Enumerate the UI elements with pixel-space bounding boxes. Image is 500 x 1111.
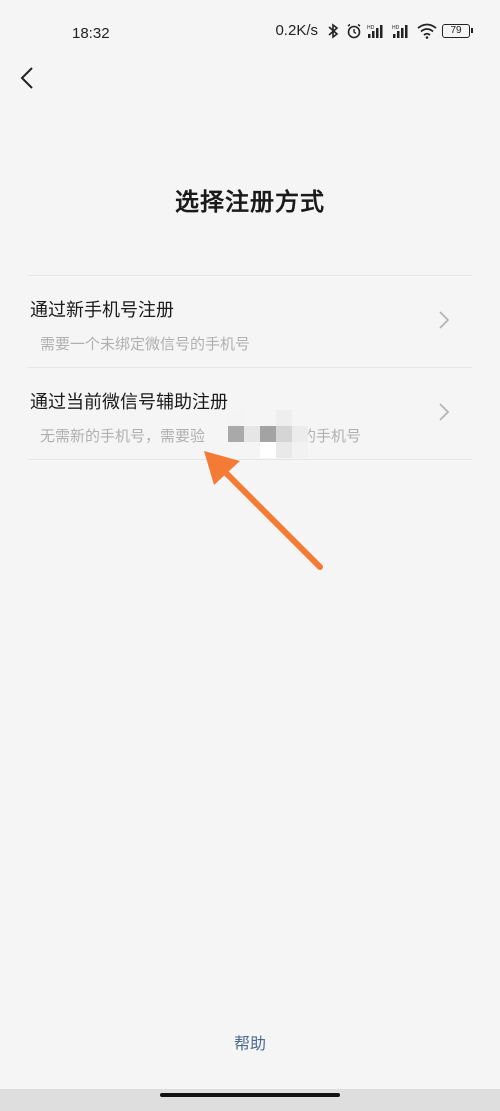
battery-icon: 79 <box>442 23 473 38</box>
signal-hd-icon: HD <box>392 24 408 38</box>
signal-hd-icon: HD <box>367 24 383 38</box>
bluetooth-icon <box>328 22 339 39</box>
alarm-icon <box>347 23 361 38</box>
svg-text:HD: HD <box>392 25 400 31</box>
status-icons: 0.2K/s HD HD 79 <box>275 22 473 39</box>
back-button[interactable] <box>12 62 42 94</box>
network-speed: 0.2K/s <box>275 22 318 39</box>
page-title: 选择注册方式 <box>175 188 325 216</box>
chevron-right-icon <box>439 403 450 421</box>
option-new-phone[interactable]: 通过新手机号注册 需要一个未绑定微信号的手机号 <box>28 276 472 368</box>
wifi-icon <box>417 23 437 39</box>
option-description-head: 无需新的手机号，需要验 <box>40 427 206 445</box>
help-link[interactable]: 帮助 <box>0 1030 500 1054</box>
option-description: 需要一个未绑定微信号的手机号 <box>40 335 251 353</box>
annotation-arrow <box>204 451 323 570</box>
option-title: 通过当前微信号辅助注册 <box>30 392 228 413</box>
chevron-right-icon <box>439 311 450 329</box>
status-time: 18:32 <box>72 25 110 42</box>
option-title: 通过新手机号注册 <box>30 300 174 321</box>
chevron-left-icon <box>20 67 33 89</box>
status-bar: 18:32 0.2K/s HD HD 79 <box>0 0 500 66</box>
svg-text:HD: HD <box>367 25 375 31</box>
home-indicator[interactable] <box>160 1093 340 1097</box>
